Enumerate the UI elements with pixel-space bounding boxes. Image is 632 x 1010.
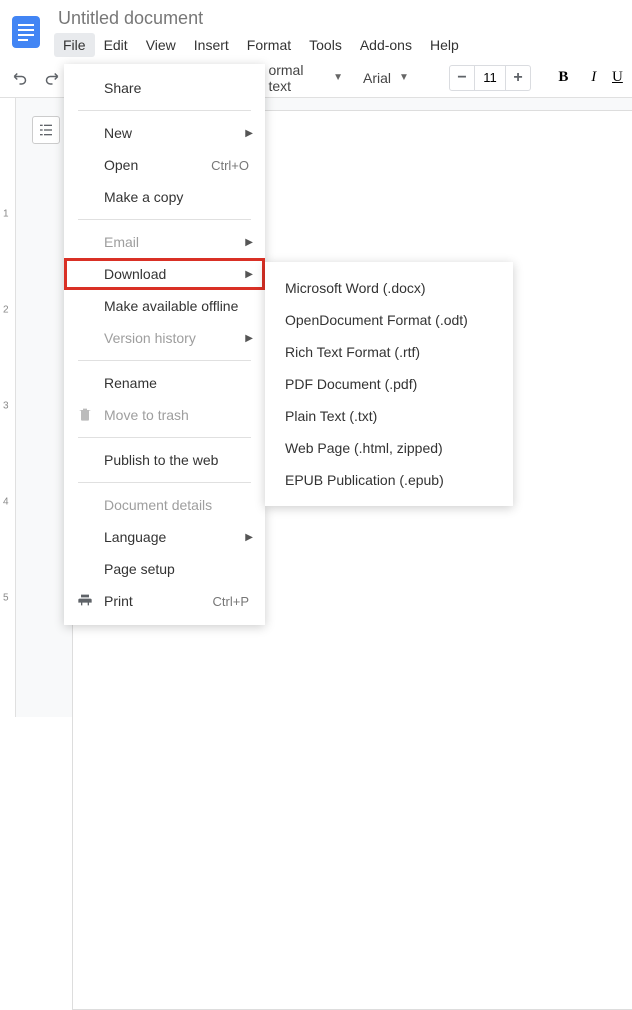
menu-item-trash[interactable]: Move to trash — [64, 399, 265, 431]
menu-item-print[interactable]: Print Ctrl+P — [64, 585, 265, 617]
menu-item-label: Email — [104, 234, 249, 250]
submenu-item-odt[interactable]: OpenDocument Format (.odt) — [265, 304, 513, 336]
vertical-ruler[interactable]: 1 2 3 4 5 — [0, 98, 16, 717]
menu-divider — [78, 110, 251, 111]
menu-item-details[interactable]: Document details — [64, 489, 265, 521]
menu-item-offline[interactable]: Make available offline — [64, 290, 265, 322]
menu-help[interactable]: Help — [421, 33, 468, 57]
submenu-arrow-icon: ▶ — [245, 128, 253, 139]
download-submenu: Microsoft Word (.docx) OpenDocument Form… — [265, 262, 513, 506]
menu-item-share[interactable]: Share — [64, 72, 265, 104]
menu-item-language[interactable]: Language ▶ — [64, 521, 265, 553]
submenu-item-rtf[interactable]: Rich Text Format (.rtf) — [265, 336, 513, 368]
font-size-decrease-button[interactable]: − — [450, 66, 474, 90]
menu-item-rename[interactable]: Rename — [64, 367, 265, 399]
submenu-arrow-icon: ▶ — [245, 237, 253, 248]
menu-view[interactable]: View — [137, 33, 185, 57]
menu-item-label: Share — [104, 80, 249, 96]
menu-item-label: Make a copy — [104, 189, 249, 205]
menu-item-download[interactable]: Download ▶ — [64, 258, 265, 290]
menu-item-label: Download — [104, 266, 249, 282]
menu-item-label: Rename — [104, 375, 249, 391]
menu-item-label: New — [104, 125, 249, 141]
ruler-mark: 1 — [3, 209, 9, 220]
menu-item-label: Make available offline — [104, 298, 249, 314]
app-header: Untitled document File Edit View Insert … — [0, 0, 632, 58]
menu-item-label: Language — [104, 529, 249, 545]
submenu-item-txt[interactable]: Plain Text (.txt) — [265, 400, 513, 432]
redo-button[interactable] — [38, 64, 64, 92]
menu-item-label: Open — [104, 157, 211, 173]
font-family-dropdown[interactable]: Arial ▼ — [355, 66, 445, 90]
file-dropdown-menu: Share New ▶ Open Ctrl+O Make a copy Emai… — [64, 64, 265, 625]
menu-item-publish[interactable]: Publish to the web — [64, 444, 265, 476]
caret-down-icon: ▼ — [399, 72, 409, 83]
menu-edit[interactable]: Edit — [95, 33, 137, 57]
menu-item-new[interactable]: New ▶ — [64, 117, 265, 149]
paragraph-style-dropdown[interactable]: ormal text ▼ — [260, 58, 351, 98]
menu-divider — [78, 482, 251, 483]
font-size-value[interactable]: 11 — [474, 66, 506, 90]
menu-divider — [78, 437, 251, 438]
document-outline-button[interactable] — [32, 116, 60, 144]
menu-insert[interactable]: Insert — [185, 33, 238, 57]
menu-format[interactable]: Format — [238, 33, 300, 57]
menu-item-version-history[interactable]: Version history ▶ — [64, 322, 265, 354]
submenu-arrow-icon: ▶ — [245, 333, 253, 344]
menu-item-open[interactable]: Open Ctrl+O — [64, 149, 265, 181]
submenu-arrow-icon: ▶ — [245, 269, 253, 280]
menu-item-shortcut: Ctrl+O — [211, 158, 249, 173]
undo-button[interactable] — [8, 64, 34, 92]
underline-button[interactable]: U — [611, 69, 624, 86]
print-icon — [76, 592, 94, 611]
ruler-mark: 2 — [3, 305, 9, 316]
menu-item-label: Move to trash — [104, 407, 249, 423]
submenu-item-epub[interactable]: EPUB Publication (.epub) — [265, 464, 513, 496]
caret-down-icon: ▼ — [333, 72, 343, 83]
menu-divider — [78, 360, 251, 361]
menu-item-label: Page setup — [104, 561, 249, 577]
menu-item-email[interactable]: Email ▶ — [64, 226, 265, 258]
ruler-mark: 5 — [3, 593, 9, 604]
ruler-mark: 3 — [3, 401, 9, 412]
submenu-item-docx[interactable]: Microsoft Word (.docx) — [265, 272, 513, 304]
menu-item-label: Document details — [104, 497, 249, 513]
menu-item-label: Print — [104, 593, 213, 609]
menu-item-label: Version history — [104, 330, 249, 346]
menu-item-label: Publish to the web — [104, 452, 249, 468]
header-content: Untitled document File Edit View Insert … — [46, 6, 632, 57]
submenu-item-pdf[interactable]: PDF Document (.pdf) — [265, 368, 513, 400]
menu-item-make-copy[interactable]: Make a copy — [64, 181, 265, 213]
font-size-increase-button[interactable]: + — [506, 66, 530, 90]
ruler-mark: 4 — [3, 497, 9, 508]
menu-tools[interactable]: Tools — [300, 33, 351, 57]
menu-item-shortcut: Ctrl+P — [213, 594, 249, 609]
font-size-controls: − 11 + — [449, 65, 531, 91]
docs-logo-icon[interactable] — [6, 6, 46, 58]
menu-item-page-setup[interactable]: Page setup — [64, 553, 265, 585]
menu-file[interactable]: File — [54, 33, 95, 57]
trash-icon — [76, 406, 94, 425]
menu-bar: File Edit View Insert Format Tools Add-o… — [54, 33, 632, 57]
italic-button[interactable]: I — [581, 69, 607, 86]
font-family-label: Arial — [363, 70, 391, 86]
menu-divider — [78, 219, 251, 220]
submenu-arrow-icon: ▶ — [245, 532, 253, 543]
menu-addons[interactable]: Add-ons — [351, 33, 421, 57]
submenu-item-html[interactable]: Web Page (.html, zipped) — [265, 432, 513, 464]
bold-button[interactable]: B — [550, 69, 576, 86]
paragraph-style-label: ormal text — [268, 62, 325, 94]
document-title[interactable]: Untitled document — [54, 6, 632, 33]
